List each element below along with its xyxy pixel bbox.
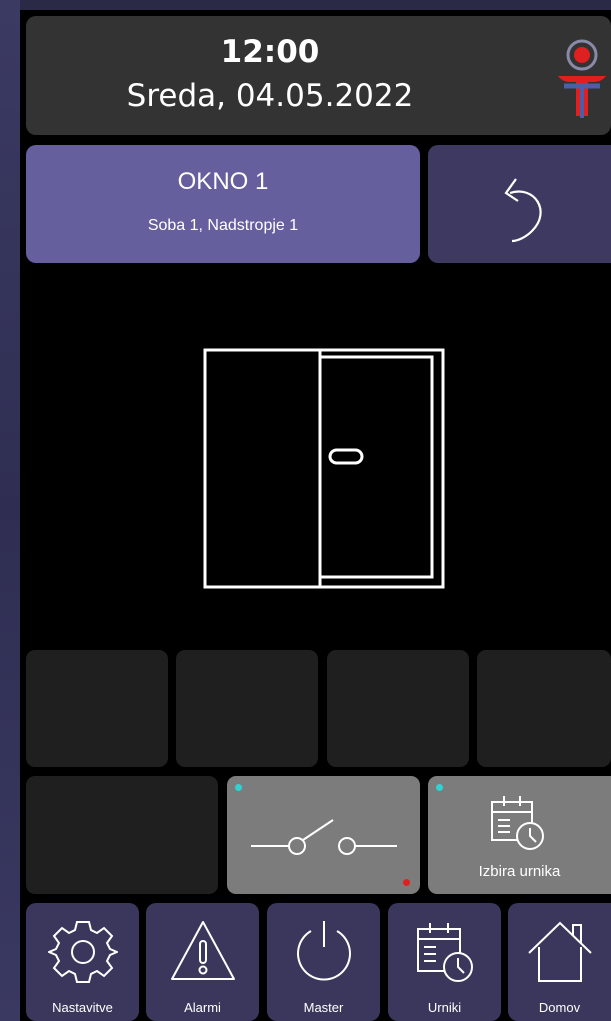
empty-tile-2 (176, 650, 318, 767)
calendar-clock-icon (416, 923, 473, 982)
power-icon (296, 921, 351, 981)
nav-settings-button[interactable]: Nastavitve (26, 903, 139, 1021)
calendar-clock-icon (491, 796, 544, 850)
nav-label: Urniki (427, 1000, 462, 1015)
back-button[interactable] (428, 145, 611, 263)
device-title-card: OKNO 1 Soba 1, Nadstropje 1 (26, 145, 420, 263)
device-location: Soba 1, Nadstropje 1 (147, 217, 299, 234)
schedule-select-button[interactable]: Izbira urnika (428, 776, 611, 894)
status-indicator-red (403, 879, 410, 886)
gear-icon (47, 921, 118, 983)
status-indicator-cyan (235, 784, 242, 791)
nav-home-button[interactable]: Domov (508, 903, 611, 1021)
switch-icon (251, 819, 397, 855)
switch-toggle-button[interactable] (227, 776, 420, 894)
nav-alarms-button[interactable]: Alarmi (146, 903, 259, 1021)
warning-icon (170, 921, 235, 980)
empty-tile-1 (26, 650, 168, 767)
home-icon (527, 921, 592, 982)
background-strip (0, 0, 20, 1021)
empty-tile-5 (26, 776, 218, 894)
nav-label: Domov (538, 1000, 581, 1015)
brand-logo (558, 39, 606, 118)
device-name: OKNO 1 (177, 168, 269, 195)
nav-schedules-button[interactable]: Urniki (388, 903, 501, 1021)
clock-time: 12:00 (220, 34, 320, 70)
window-icon (203, 348, 445, 589)
nav-label: Master (303, 1000, 344, 1015)
empty-tile-3 (327, 650, 469, 767)
clock-date: Sreda, 04.05.2022 (126, 78, 414, 114)
empty-tile-4 (477, 650, 611, 767)
status-indicator-cyan (436, 784, 443, 791)
nav-master-button[interactable]: Master (267, 903, 380, 1021)
schedule-label: Izbira urnika (478, 863, 561, 880)
back-arrow-icon (504, 178, 542, 243)
nav-label: Alarmi (184, 1000, 221, 1015)
nav-label: Nastavitve (52, 1000, 113, 1015)
